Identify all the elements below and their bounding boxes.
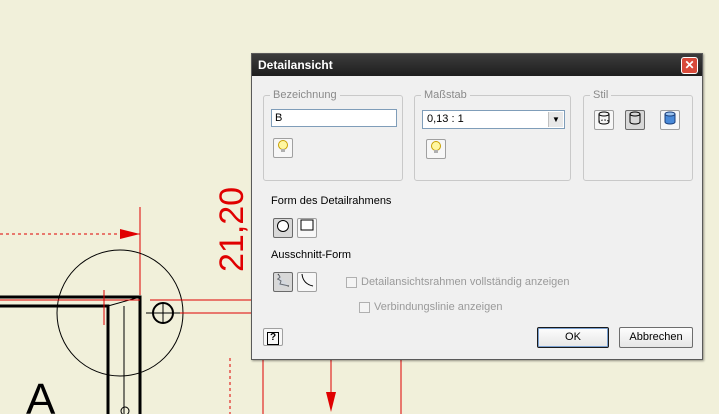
full-frame-checkbox-label: Detailansichtsrahmen vollständig anzeige… — [361, 276, 570, 288]
dimension-text: 21,20 — [213, 187, 251, 272]
detail-view-dialog: Detailansicht ✕ Bezeichnung B Maßstab 0,… — [251, 53, 703, 360]
cutout-shape-label: Ausschnitt-Form — [271, 249, 352, 261]
close-button[interactable]: ✕ — [681, 57, 698, 74]
red-arrow-bottom — [326, 392, 336, 412]
view-letter: A — [26, 375, 56, 414]
jagged-cutout-button[interactable] — [273, 272, 293, 292]
help-icon: ? — [267, 332, 279, 345]
visible-lines-style-icon — [629, 111, 641, 125]
bezeichnung-input[interactable]: B — [271, 109, 397, 127]
smooth-cutout-icon — [301, 273, 314, 287]
dialog-titlebar[interactable]: Detailansicht ✕ — [252, 54, 702, 76]
bezeichnung-group: Bezeichnung B — [263, 89, 403, 181]
massstab-value: 0,13 : 1 — [427, 113, 464, 125]
massstab-label: Maßstab — [421, 89, 470, 101]
circle-frame-button[interactable] — [273, 218, 293, 238]
circle-frame-icon — [277, 220, 289, 232]
stil-group: Stil — [583, 89, 693, 181]
connection-line-checkbox[interactable] — [359, 302, 370, 313]
hidden-lines-style-icon — [598, 111, 610, 125]
massstab-lightbulb-button[interactable] — [426, 139, 446, 159]
shaded-style-icon — [664, 111, 676, 125]
bezeichnung-lightbulb-button[interactable] — [273, 138, 293, 158]
visible-lines-style-button[interactable] — [625, 110, 645, 130]
rectangle-frame-button[interactable] — [297, 218, 317, 238]
shaded-style-button[interactable] — [660, 110, 680, 130]
small-hole — [120, 406, 130, 414]
full-frame-checkbox[interactable] — [346, 277, 357, 288]
cancel-button[interactable]: Abbrechen — [619, 327, 693, 348]
chevron-down-icon[interactable]: ▼ — [548, 112, 563, 127]
dimension-arrow — [120, 229, 140, 239]
ok-button[interactable]: OK — [537, 327, 609, 348]
frame-shape-label: Form des Detailrahmens — [271, 195, 392, 207]
jagged-cutout-icon — [277, 273, 290, 287]
dialog-title: Detailansicht — [258, 58, 333, 72]
massstab-group: Maßstab 0,13 : 1 ▼ — [414, 89, 571, 181]
hidden-lines-style-button[interactable] — [594, 110, 614, 130]
rectangle-frame-icon — [300, 219, 314, 231]
lightbulb-icon — [278, 140, 288, 152]
bezeichnung-label: Bezeichnung — [270, 89, 340, 101]
lightbulb-icon — [431, 141, 441, 153]
smooth-cutout-button[interactable] — [297, 272, 317, 292]
stil-label: Stil — [590, 89, 612, 101]
connection-line-checkbox-label: Verbindungslinie anzeigen — [374, 301, 503, 313]
part-edge-outer — [0, 295, 142, 414]
help-button[interactable]: ? — [263, 328, 283, 346]
massstab-select[interactable]: 0,13 : 1 ▼ — [422, 110, 565, 129]
